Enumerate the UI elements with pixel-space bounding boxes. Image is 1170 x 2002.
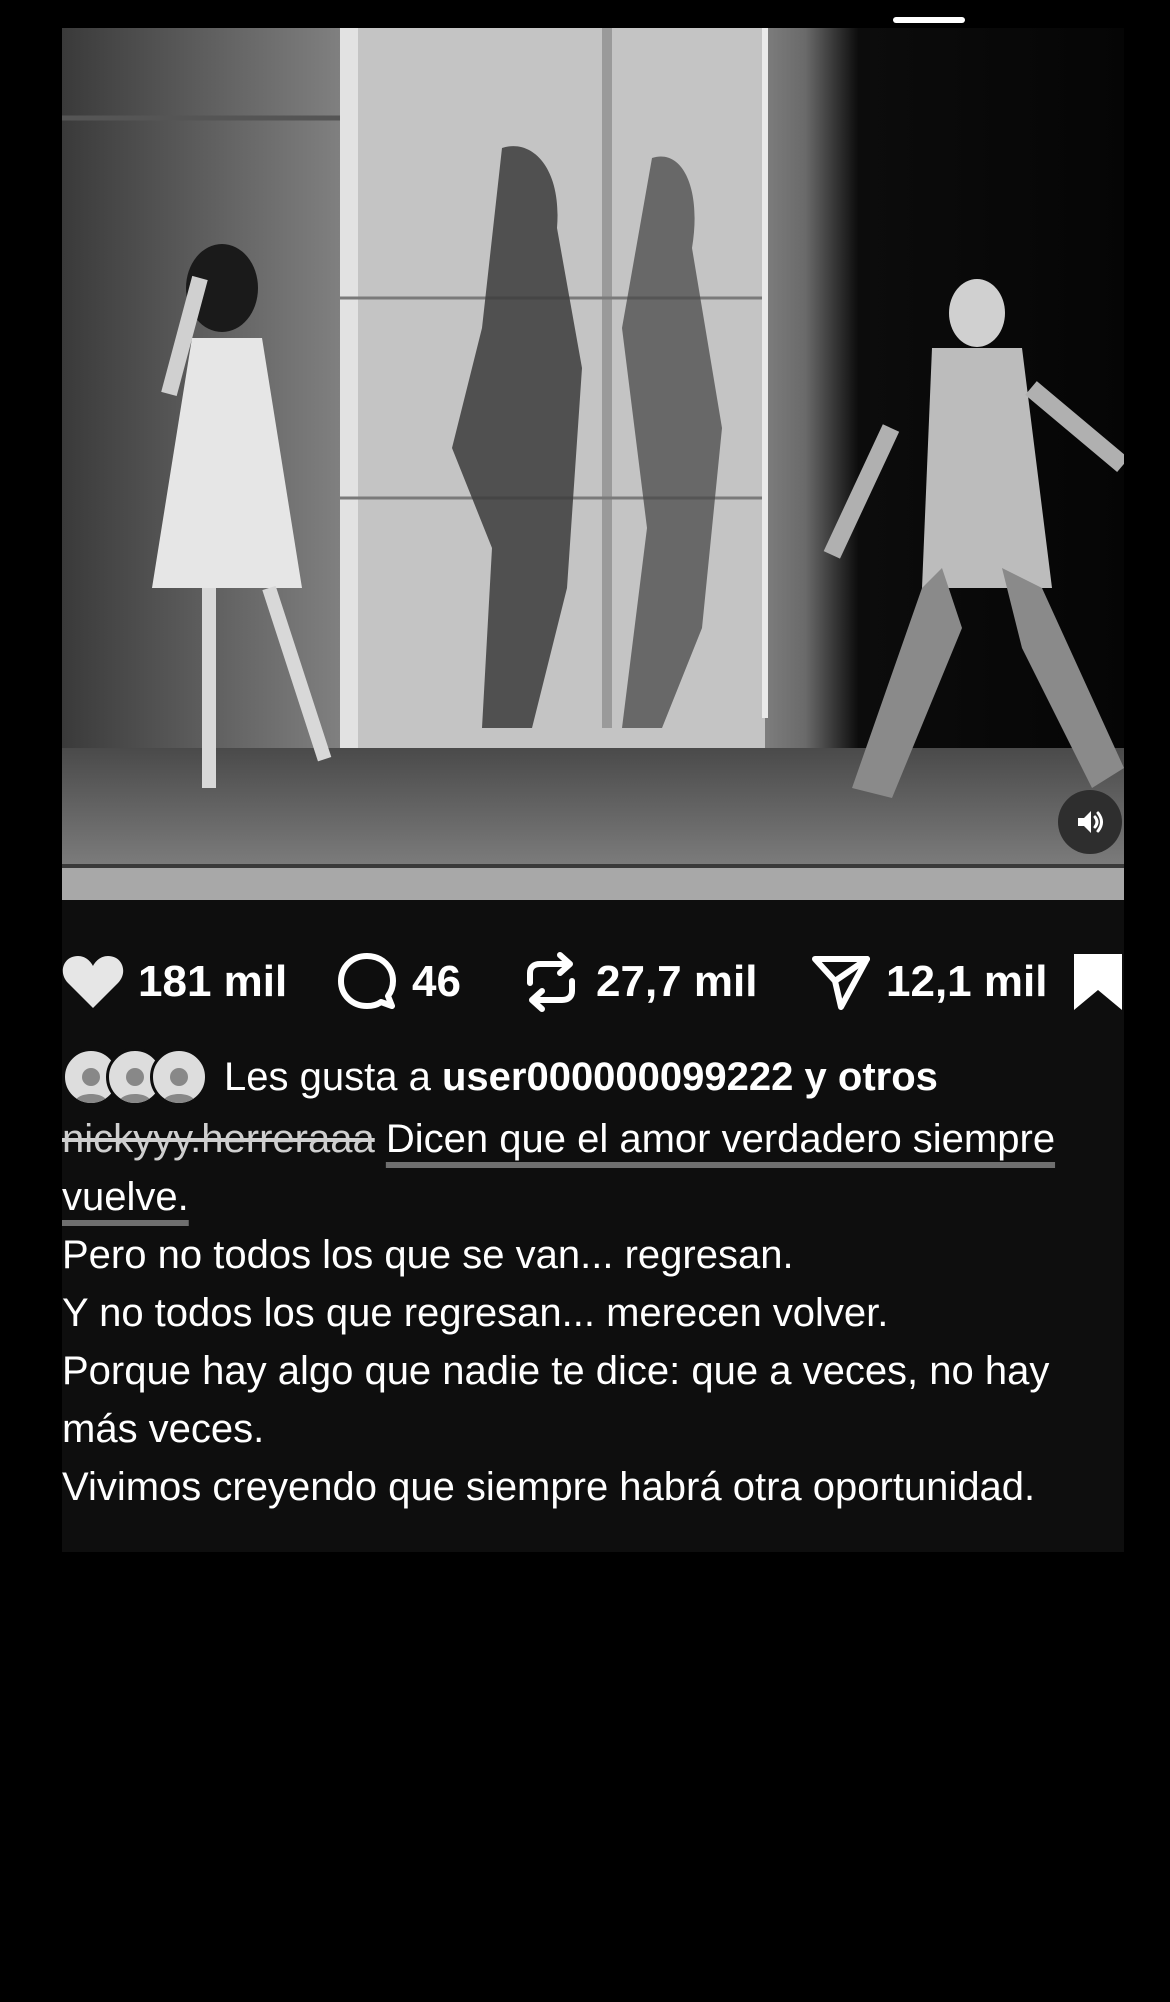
speaker-on-icon — [1074, 806, 1106, 838]
sound-toggle-button[interactable] — [1058, 790, 1122, 854]
caption-line: Vivimos creyendo que siempre habrá otra … — [62, 1465, 1036, 1509]
post-actions: 181 mil 46 27,7 mil 12,1 mil — [62, 942, 1124, 1022]
share-count: 12,1 mil — [886, 957, 1048, 1006]
user-silhouette-icon — [75, 1068, 107, 1103]
status-indicator — [893, 17, 965, 23]
liked-by-line: Les gusta a user000000099222 y otros — [62, 1046, 1124, 1108]
liked-by-username[interactable]: user000000099222 — [442, 1055, 793, 1100]
video-frame — [62, 28, 1124, 900]
liked-by-suffix: y otros — [804, 1054, 938, 1099]
liked-by-prefix: Les gusta a — [224, 1054, 431, 1099]
user-silhouette-icon — [163, 1068, 195, 1103]
user-silhouette-icon — [119, 1068, 151, 1103]
send-icon[interactable] — [810, 951, 872, 1013]
comment-action[interactable]: 46 — [336, 942, 461, 1022]
repost-action[interactable]: 27,7 mil — [520, 942, 757, 1022]
post-card: 181 mil 46 27,7 mil 12,1 mil Les gusta a… — [62, 28, 1124, 1552]
share-action[interactable]: 12,1 mil — [810, 942, 1047, 1022]
repost-icon[interactable] — [520, 951, 582, 1013]
heart-icon[interactable] — [62, 954, 124, 1010]
caption-username[interactable]: nickyyy.herreraaa — [62, 1117, 375, 1161]
liker-avatars — [62, 1048, 208, 1106]
avatar — [150, 1048, 208, 1106]
caption-line: Y no todos los que regresan... merecen v… — [62, 1291, 889, 1335]
bookmark-icon[interactable] — [1072, 952, 1124, 1017]
caption-line: Porque hay algo que nadie te dice: que a… — [62, 1349, 1050, 1451]
repost-count: 27,7 mil — [596, 957, 758, 1006]
caption-line: Pero no todos los que se van... regresan… — [62, 1233, 794, 1277]
like-action[interactable]: 181 mil — [62, 942, 287, 1022]
caption-first-line: nickyyy.herreraaa Dicen que el amor verd… — [62, 1110, 1124, 1226]
post-video[interactable] — [62, 28, 1124, 900]
like-count: 181 mil — [138, 957, 288, 1006]
comment-count: 46 — [412, 957, 461, 1006]
comment-icon[interactable] — [336, 951, 398, 1013]
post-caption: nickyyy.herreraaa Dicen que el amor verd… — [62, 1110, 1124, 1516]
